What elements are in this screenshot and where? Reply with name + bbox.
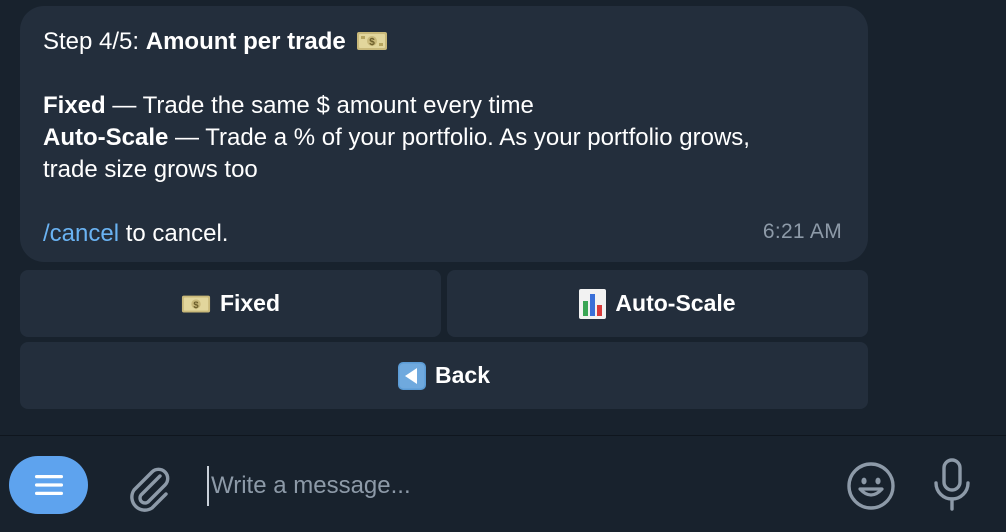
chat-area: Step 4/5: Amount per trade $ Fixed — Tra… — [0, 0, 1006, 435]
autoscale-description: Auto-Scale — Trade a % of your portfolio… — [43, 122, 845, 154]
back-arrow-icon — [398, 361, 426, 390]
auto-scale-button[interactable]: Auto-Scale — [447, 270, 868, 337]
smiley-icon[interactable] — [845, 460, 897, 512]
message-time: 6:21 AM — [762, 220, 842, 243]
bar-chart-icon — [579, 288, 607, 319]
svg-text:$: $ — [370, 37, 376, 48]
step-prefix: Step 4/5: — [43, 28, 146, 55]
fixed-term: Fixed — [43, 92, 106, 119]
bot-menu-button[interactable] — [9, 456, 88, 514]
auto-scale-button-label: Auto-Scale — [615, 290, 736, 316]
message-header: Step 4/5: Amount per trade $ — [43, 26, 845, 58]
cancel-command-link[interactable]: /cancel — [43, 220, 119, 247]
autoscale-term: Auto-Scale — [43, 124, 169, 151]
fixed-button-label: Fixed — [219, 290, 281, 316]
svg-text:$: $ — [193, 299, 199, 309]
cancel-suffix: to cancel. — [119, 220, 229, 247]
autoscale-text-1: — Trade a % of your portfolio. As your p… — [168, 124, 750, 151]
back-button[interactable]: Back — [20, 342, 868, 409]
paperclip-icon[interactable] — [124, 462, 172, 514]
fixed-button[interactable]: $ Fixed — [20, 270, 441, 337]
money-icon: $ — [357, 32, 388, 50]
autoscale-text-2: trade size grows too — [43, 156, 258, 183]
menu-icon — [34, 475, 63, 495]
money-icon: $ — [181, 295, 211, 312]
microphone-icon[interactable] — [930, 457, 974, 513]
bot-message-bubble: Step 4/5: Amount per trade $ Fixed — Tra… — [20, 6, 868, 262]
back-button-label: Back — [435, 362, 490, 388]
fixed-text: — Trade the same $ amount every time — [105, 92, 534, 119]
cancel-line: /cancel to cancel. — [43, 218, 845, 250]
fixed-description: Fixed — Trade the same $ amount every ti… — [43, 90, 845, 122]
step-title: Amount per trade — [145, 28, 346, 55]
message-input[interactable] — [207, 466, 807, 506]
